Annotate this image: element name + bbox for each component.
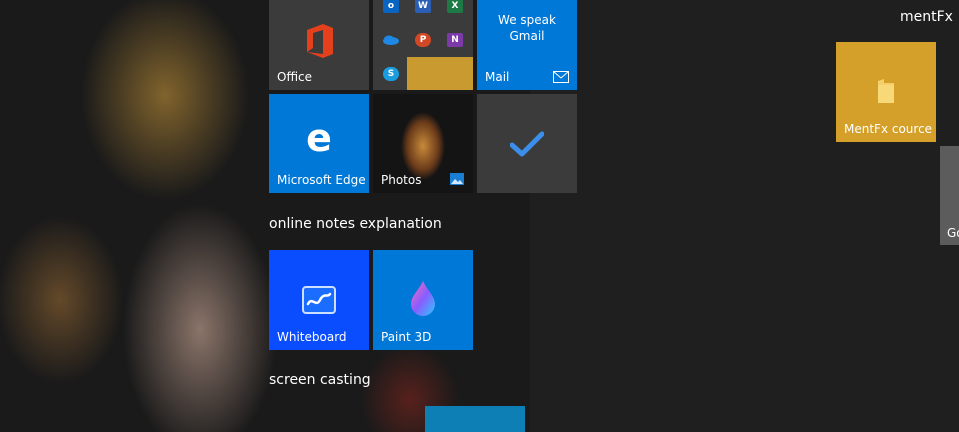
office-label: Office <box>277 70 313 84</box>
paint-3d-icon <box>411 281 435 316</box>
paint-3d-tile[interactable]: Paint 3D <box>373 250 473 350</box>
photos-label: Photos <box>381 173 422 187</box>
skype-mini-tile[interactable]: S <box>376 59 406 89</box>
folder-icon <box>878 79 894 103</box>
mail-label: Mail <box>485 70 510 84</box>
excel-icon: X <box>447 0 463 13</box>
onedrive-icon <box>383 35 399 45</box>
todo-tile[interactable] <box>477 94 577 193</box>
office-icon <box>307 24 333 58</box>
onedrive-mini-tile[interactable] <box>376 25 406 55</box>
word-icon: W <box>415 0 431 13</box>
powerpoint-mini-tile[interactable]: P <box>408 25 438 55</box>
whiteboard-icon <box>302 286 336 314</box>
mentfx-course-label: MentFx cource <box>844 122 933 136</box>
mail-icon <box>553 71 569 83</box>
empty-mini-area <box>407 57 473 90</box>
partial-right-label: Go <box>947 226 959 240</box>
mail-promo-line2: Gmail <box>509 29 545 43</box>
office-apps-folder-tile[interactable]: o W X P N S <box>373 0 473 90</box>
word-mini-tile[interactable]: W <box>408 0 438 21</box>
screen-casting-tile[interactable] <box>425 406 525 432</box>
photos-tile[interactable]: Photos <box>373 94 473 193</box>
skype-icon: S <box>383 67 399 81</box>
photos-icon <box>450 173 464 185</box>
outlook-mini-tile[interactable]: o <box>376 0 406 21</box>
edge-label: Microsoft Edge <box>277 173 366 187</box>
mail-promo-line1: We speak <box>498 13 556 27</box>
microsoft-edge-tile[interactable]: e Microsoft Edge <box>269 94 369 193</box>
powerpoint-icon: P <box>415 33 431 47</box>
excel-mini-tile[interactable]: X <box>440 0 470 21</box>
partial-right-tile[interactable]: Go <box>940 146 959 245</box>
whiteboard-tile[interactable]: Whiteboard <box>269 250 369 350</box>
group-title-online-notes[interactable]: online notes explanation <box>269 216 442 232</box>
edge-icon: e <box>306 116 332 160</box>
paint-3d-label: Paint 3D <box>381 330 432 344</box>
whiteboard-label: Whiteboard <box>277 330 347 344</box>
outlook-icon: o <box>383 0 399 13</box>
group-title-screen-casting[interactable]: screen casting <box>269 372 371 388</box>
checkmark-icon <box>510 131 544 157</box>
office-tile[interactable]: Office <box>269 0 369 90</box>
onenote-mini-tile[interactable]: N <box>440 25 470 55</box>
group-title-mentfx[interactable]: mentFx <box>900 9 953 25</box>
onenote-icon: N <box>447 33 463 47</box>
mail-tile[interactable]: We speak Gmail Mail <box>477 0 577 90</box>
mentfx-course-folder-tile[interactable]: MentFx cource <box>836 42 936 142</box>
